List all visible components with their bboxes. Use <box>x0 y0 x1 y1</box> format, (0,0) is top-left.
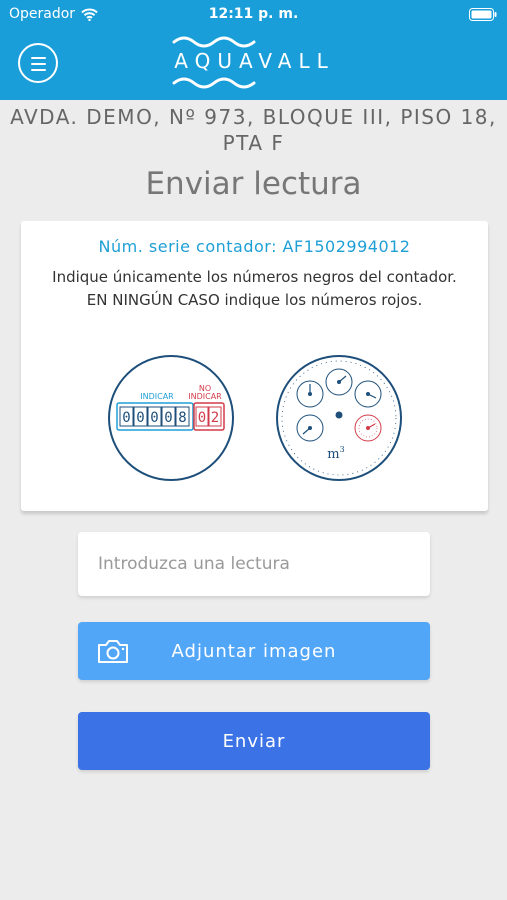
status-bar: Operador 12:11 p. m. <box>0 0 507 28</box>
page-title: Enviar lectura <box>145 166 362 202</box>
camera-icon <box>98 640 128 663</box>
battery-icon <box>469 8 497 21</box>
menu-button[interactable] <box>18 43 58 83</box>
no-indicate-label-2: INDICAR <box>188 392 222 401</box>
wave-top-icon <box>172 36 256 48</box>
instructions-text: Indique únicamente los números negros de… <box>52 268 457 309</box>
wave-bottom-icon <box>172 77 256 89</box>
app-header: Operador 12:11 p. m. AQUAVALL <box>0 0 507 100</box>
supply-address: AVDA. DEMO, Nº 973, BLOQUE III, PISO 18,… <box>10 105 497 155</box>
hamburger-icon-line <box>31 57 46 59</box>
attach-image-label: Adjuntar imagen <box>171 640 337 662</box>
meter-digit: 0 <box>150 410 158 426</box>
attach-image-button[interactable]: Adjuntar imagen <box>78 622 430 680</box>
aquavall-logo: AQUAVALL <box>172 34 337 90</box>
indicate-label: INDICAR <box>140 392 174 401</box>
send-button[interactable]: Enviar <box>78 712 430 770</box>
meter-red-digit: 2 <box>211 410 219 426</box>
meter-digit: 0 <box>136 410 144 426</box>
meter-digit: 8 <box>178 410 186 426</box>
meter-info-card: Núm. serie contador: AF1502994012 Indiqu… <box>21 221 488 511</box>
red-digits: 0 2 <box>195 406 222 427</box>
meter-red-digit: 0 <box>198 410 206 426</box>
reading-input[interactable] <box>78 532 430 596</box>
digital-meter-illustration: INDICAR NO INDICAR 0 0 0 0 8 0 2 <box>108 355 234 481</box>
meter-digit: 0 <box>122 410 130 426</box>
send-label: Enviar <box>222 730 286 752</box>
black-digits: 0 0 0 0 8 <box>119 406 190 427</box>
brand-name: AQUAVALL <box>174 49 335 73</box>
serial-number: Núm. serie contador: AF1502994012 <box>98 237 411 256</box>
clock: 12:11 p. m. <box>208 6 299 22</box>
hamburger-icon-line <box>31 63 46 65</box>
meter-digit: 0 <box>164 410 172 426</box>
analog-meter-illustration: m3 <box>276 355 402 481</box>
hamburger-icon-line <box>31 69 46 71</box>
